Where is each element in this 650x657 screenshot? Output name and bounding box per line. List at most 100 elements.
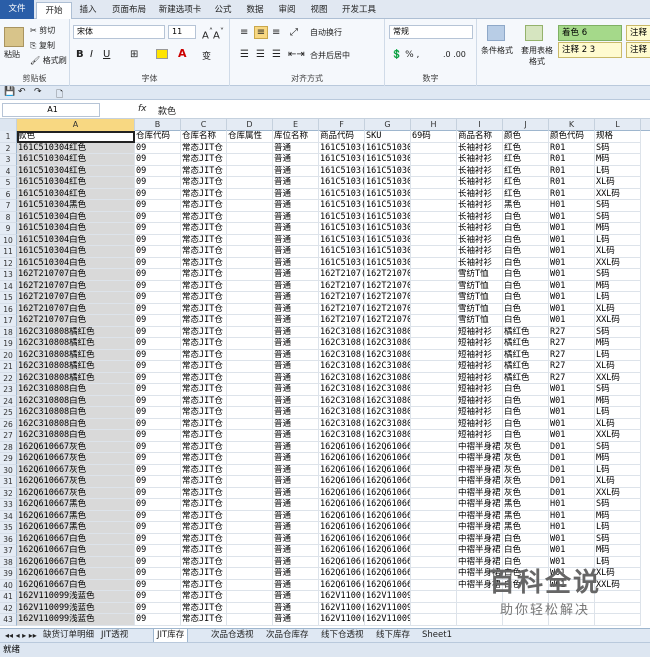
- cell[interactable]: 162C310808白色: [17, 418, 135, 430]
- cell[interactable]: 161C510304R01XL: [365, 177, 411, 189]
- cell[interactable]: 161C510304红色: [17, 154, 135, 166]
- tab-7[interactable]: 审阅: [272, 2, 302, 19]
- cell[interactable]: 162C3108(: [319, 372, 365, 384]
- cell[interactable]: L码: [595, 292, 641, 304]
- cell[interactable]: 常态JIT仓: [181, 591, 227, 603]
- cell[interactable]: W01: [549, 533, 595, 545]
- tab-1[interactable]: 开始: [36, 2, 72, 20]
- cell[interactable]: 常态JIT仓: [181, 142, 227, 154]
- cell[interactable]: [411, 280, 457, 292]
- cell[interactable]: 162T210707白色: [17, 292, 135, 304]
- cell[interactable]: 橘红色: [503, 349, 549, 361]
- cell[interactable]: 红色: [503, 142, 549, 154]
- decimal-icon[interactable]: .0 .00: [443, 50, 466, 59]
- cell[interactable]: 普通: [273, 292, 319, 304]
- row-number[interactable]: 8: [0, 211, 17, 223]
- cell[interactable]: 常态JIT仓: [181, 361, 227, 373]
- cell[interactable]: 普通: [273, 315, 319, 327]
- row-number[interactable]: 30: [0, 464, 17, 476]
- cell[interactable]: S码: [595, 200, 641, 212]
- cell[interactable]: [411, 165, 457, 177]
- cell[interactable]: 09: [135, 579, 181, 591]
- cell[interactable]: [227, 211, 273, 223]
- row-number[interactable]: 28: [0, 441, 17, 453]
- cell[interactable]: 162Q610667灰色: [17, 476, 135, 488]
- cell[interactable]: 161C510304W010L: [365, 234, 411, 246]
- cell[interactable]: W01: [549, 234, 595, 246]
- cell[interactable]: 短袖衬衫: [457, 418, 503, 430]
- cell[interactable]: 常态JIT仓: [181, 315, 227, 327]
- align-top-icon[interactable]: ≡: [240, 27, 248, 38]
- cell[interactable]: 162C310808橘红色: [17, 361, 135, 373]
- cell[interactable]: 09: [135, 211, 181, 223]
- cell[interactable]: 雪纺T恤: [457, 303, 503, 315]
- cell[interactable]: 162Q610667灰色: [17, 453, 135, 465]
- cell[interactable]: 161C5103(: [319, 154, 365, 166]
- cell[interactable]: XL码: [595, 177, 641, 189]
- cell[interactable]: 161C510304白色: [17, 223, 135, 235]
- cell[interactable]: 162C3108(: [319, 338, 365, 350]
- cell[interactable]: 162C310808W010L: [365, 407, 411, 419]
- cell[interactable]: 橘红色: [503, 338, 549, 350]
- row-number[interactable]: 18: [0, 326, 17, 338]
- cell[interactable]: [411, 177, 457, 189]
- row-number[interactable]: 25: [0, 407, 17, 419]
- sheet-nav-icon[interactable]: ◂◂ ◂ ▸ ▸▸: [2, 629, 40, 643]
- cell[interactable]: 162Q6106(: [319, 568, 365, 580]
- sheet-tab[interactable]: 线下库存: [373, 629, 413, 643]
- cell[interactable]: 中褶半身裙: [457, 533, 503, 545]
- cell[interactable]: W01: [549, 545, 595, 557]
- cell[interactable]: [227, 602, 273, 614]
- cell[interactable]: H01: [549, 200, 595, 212]
- cell[interactable]: [227, 372, 273, 384]
- cell[interactable]: XXL码: [595, 315, 641, 327]
- save-icon[interactable]: 💾: [4, 87, 15, 97]
- cell[interactable]: 09: [135, 430, 181, 442]
- cell[interactable]: [411, 430, 457, 442]
- row-number[interactable]: 16: [0, 303, 17, 315]
- cell[interactable]: 普通: [273, 349, 319, 361]
- cell[interactable]: 09: [135, 234, 181, 246]
- row-number[interactable]: 35: [0, 522, 17, 534]
- cut-button[interactable]: ✂ 剪切: [30, 25, 55, 36]
- cell[interactable]: L码: [595, 464, 641, 476]
- row-number[interactable]: 21: [0, 361, 17, 373]
- cell[interactable]: [411, 441, 457, 453]
- font-grow-icon[interactable]: A˄A˅: [202, 26, 224, 41]
- cell[interactable]: 162T2107(: [319, 280, 365, 292]
- cell[interactable]: 普通: [273, 453, 319, 465]
- cell[interactable]: 09: [135, 418, 181, 430]
- cell[interactable]: [227, 579, 273, 591]
- cell[interactable]: XXL码: [595, 430, 641, 442]
- cell[interactable]: 162T210707白色: [17, 303, 135, 315]
- cell[interactable]: 常态JIT仓: [181, 257, 227, 269]
- cell[interactable]: M码: [595, 338, 641, 350]
- cell[interactable]: [227, 487, 273, 499]
- cell[interactable]: 09: [135, 257, 181, 269]
- cell[interactable]: 常态JIT仓: [181, 568, 227, 580]
- column-header-E[interactable]: E: [273, 119, 319, 131]
- cell[interactable]: [227, 326, 273, 338]
- cell[interactable]: 161C5103(: [319, 257, 365, 269]
- row-number[interactable]: 7: [0, 200, 17, 212]
- row-number[interactable]: 20: [0, 349, 17, 361]
- cell[interactable]: 09: [135, 453, 181, 465]
- fx-icon[interactable]: fx: [138, 104, 147, 114]
- cell[interactable]: 09: [135, 407, 181, 419]
- cell[interactable]: [411, 303, 457, 315]
- cell[interactable]: [227, 349, 273, 361]
- cell[interactable]: 09: [135, 614, 181, 626]
- cell[interactable]: [227, 234, 273, 246]
- cell[interactable]: 常态JIT仓: [181, 177, 227, 189]
- cell[interactable]: 普通: [273, 602, 319, 614]
- row-number[interactable]: 36: [0, 533, 17, 545]
- cell[interactable]: W01: [549, 430, 595, 442]
- cell[interactable]: 162C310808橘红色: [17, 338, 135, 350]
- cell[interactable]: 常态JIT仓: [181, 430, 227, 442]
- italic-icon[interactable]: I: [90, 49, 93, 60]
- cell[interactable]: 162Q610667黑色: [17, 499, 135, 511]
- cell[interactable]: [411, 223, 457, 235]
- style-accent6[interactable]: 着色 6: [558, 25, 622, 41]
- tab-3[interactable]: 页面布局: [106, 2, 152, 19]
- cell[interactable]: R01: [549, 142, 595, 154]
